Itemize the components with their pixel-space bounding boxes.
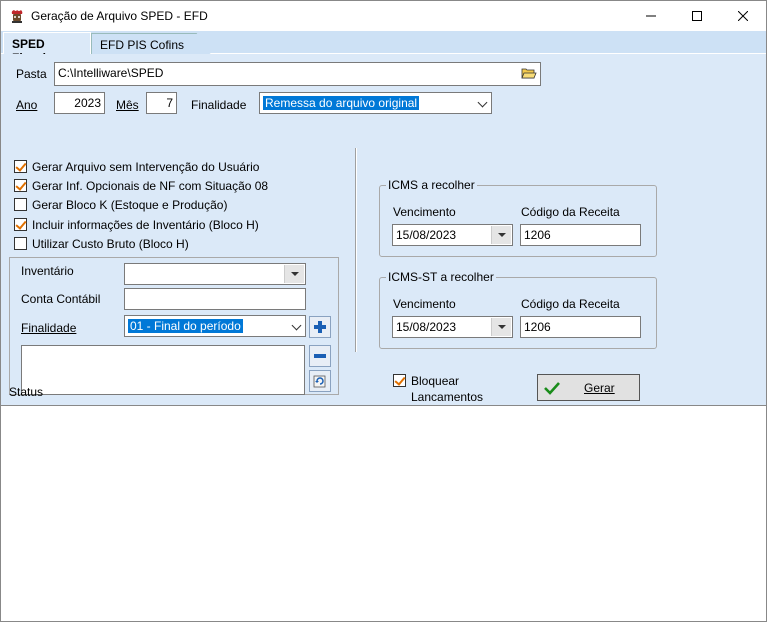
icms-vencimento-label: Vencimento	[393, 205, 456, 219]
conta-contabil-input[interactable]	[124, 288, 306, 310]
inventario-list[interactable]	[21, 345, 305, 395]
close-icon	[738, 11, 748, 21]
pasta-value: C:\Intelliware\SPED	[58, 66, 164, 80]
sped-fiscal-pane: Pasta C:\Intelliware\SPED Ano 2023 Mês 7…	[1, 54, 766, 405]
icms-st-codigo-value: 1206	[524, 320, 551, 334]
minus-icon	[314, 354, 326, 358]
mes-input[interactable]: 7	[146, 92, 177, 114]
minimize-button[interactable]	[628, 1, 674, 31]
bloquear-label-line1: Bloquear	[411, 374, 460, 388]
add-button[interactable]	[309, 316, 331, 338]
checkbox-0[interactable]	[14, 160, 27, 173]
icms-st-vencimento-value: 15/08/2023	[396, 320, 457, 334]
ano-value: 2023	[74, 96, 101, 110]
finalidade-label: Finalidade	[191, 98, 247, 112]
checkbox-label-4: Utilizar Custo Bruto (Bloco H)	[32, 237, 189, 251]
client-area: SPED Fiscal EFD PIS Cofins Pasta C:\Inte…	[1, 31, 766, 405]
icms-vencimento-date[interactable]: 15/08/2023	[392, 224, 513, 246]
icms-st-group: ICMS-ST a recolher Vencimento Código da …	[379, 270, 657, 349]
close-button[interactable]	[720, 1, 766, 31]
icms-st-vencimento-label: Vencimento	[393, 297, 456, 311]
chevron-down-icon	[477, 97, 488, 108]
open-folder-icon[interactable]	[521, 66, 537, 83]
checkbox-1[interactable]	[14, 179, 27, 192]
tab-efd-pis-cofins[interactable]: EFD PIS Cofins	[91, 33, 211, 55]
icms-st-codigo-label: Código da Receita	[521, 297, 620, 311]
icms-codigo-value: 1206	[524, 228, 551, 242]
icms-group-title: ICMS a recolher	[386, 178, 477, 192]
log-area	[1, 405, 766, 621]
icms-codigo-label: Código da Receita	[521, 205, 620, 219]
checkbox-2[interactable]	[14, 198, 27, 211]
checkbox-3[interactable]	[14, 218, 27, 231]
mes-value: 7	[166, 96, 173, 110]
icms-group: ICMS a recolher Vencimento Código da Rec…	[379, 178, 657, 257]
tab-sped-fiscal[interactable]: SPED Fiscal	[3, 32, 91, 65]
mes-label: Mês	[116, 98, 139, 112]
checkbox-label-0: Gerar Arquivo sem Intervenção do Usuário	[32, 160, 260, 174]
gerar-button[interactable]: Gerar	[537, 374, 640, 401]
checkbox-label-2: Gerar Bloco K (Estoque e Produção)	[32, 198, 228, 212]
gerar-button-label: Gerar	[584, 380, 615, 395]
finalidade-value: Remessa do arquivo original	[263, 96, 420, 110]
ano-label: Ano	[16, 98, 38, 112]
pasta-label: Pasta	[16, 67, 47, 81]
inventario-dropdown-button[interactable]	[284, 265, 304, 283]
maximize-button[interactable]	[674, 1, 720, 31]
icms-codigo-input[interactable]: 1206	[520, 224, 641, 246]
app-icon	[9, 8, 25, 24]
inventario-group: Inventário Conta Contábil Finalidade 01 …	[9, 257, 339, 395]
chevron-down-icon	[291, 320, 302, 331]
caret-down-icon	[290, 272, 299, 276]
pasta-field[interactable]: C:\Intelliware\SPED	[54, 62, 541, 86]
refresh-icon	[313, 375, 326, 388]
icms-st-group-title: ICMS-ST a recolher	[386, 270, 496, 284]
minimize-icon	[646, 15, 656, 17]
icms-vencimento-value: 15/08/2023	[396, 228, 457, 242]
checkbox-label-1: Gerar Inf. Opcionais de NF com Situação …	[32, 179, 269, 193]
checkbox-4[interactable]	[14, 237, 27, 250]
tab-strip: SPED Fiscal EFD PIS Cofins	[1, 31, 766, 65]
checkbox-label-3: Incluir informações de Inventário (Bloco…	[32, 218, 259, 232]
finalidade-select[interactable]: Remessa do arquivo original	[259, 92, 492, 114]
caret-down-icon	[497, 325, 506, 329]
inventario-finalidade-value: 01 - Final do período	[128, 319, 243, 333]
remove-button[interactable]	[309, 345, 331, 367]
bloquear-checkbox[interactable]	[393, 374, 406, 387]
main-window: Geração de Arquivo SPED - EFD SPED Fisca…	[0, 0, 767, 622]
title-bar[interactable]: Geração de Arquivo SPED - EFD	[1, 1, 766, 31]
inventario-combo[interactable]	[124, 263, 306, 285]
icms-st-codigo-input[interactable]: 1206	[520, 316, 641, 338]
icms-st-date-dropdown-button[interactable]	[491, 318, 511, 336]
plus-icon	[314, 321, 326, 333]
checkmark-icon	[544, 381, 560, 395]
caret-down-icon	[497, 233, 506, 237]
inventario-label: Inventário	[21, 264, 74, 278]
status-label: Status	[9, 385, 44, 399]
bloquear-label-line2: Lancamentos	[411, 390, 484, 404]
tab-efd-pis-cofins-label: EFD PIS Cofins	[100, 38, 185, 52]
vertical-separator	[355, 148, 357, 352]
refresh-button[interactable]	[309, 370, 331, 392]
inventario-finalidade-select[interactable]: 01 - Final do período	[124, 315, 306, 337]
maximize-icon	[692, 11, 702, 21]
inventario-finalidade-label: Finalidade	[21, 321, 77, 335]
ano-input[interactable]: 2023	[54, 92, 105, 114]
icms-st-vencimento-date[interactable]: 15/08/2023	[392, 316, 513, 338]
mes-label-text: Mês	[116, 98, 139, 112]
conta-contabil-label: Conta Contábil	[21, 292, 101, 306]
window-title: Geração de Arquivo SPED - EFD	[31, 9, 208, 23]
icms-date-dropdown-button[interactable]	[491, 226, 511, 244]
